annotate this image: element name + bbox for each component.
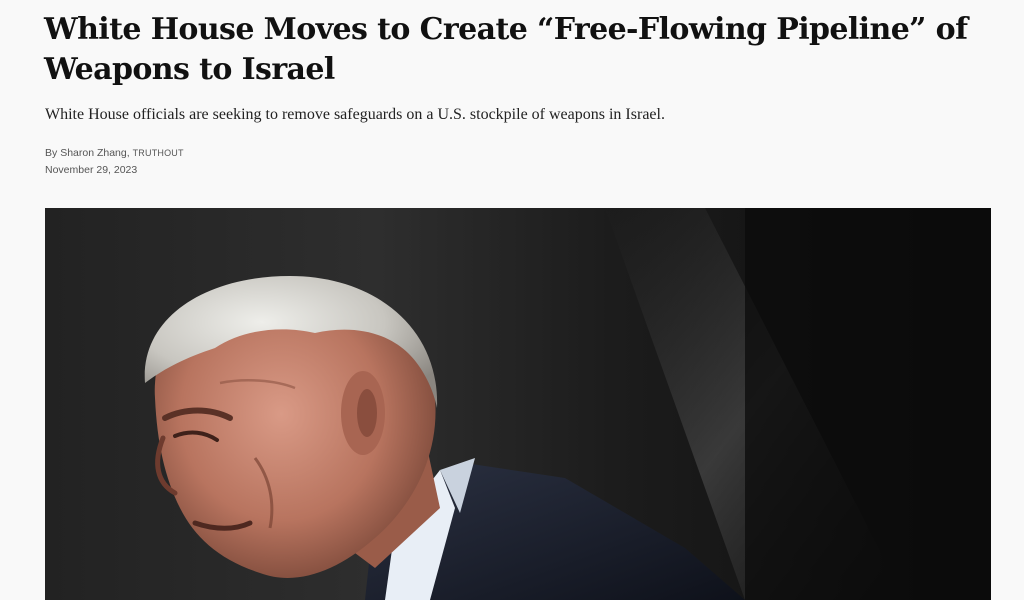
- byline-prefix: By: [45, 147, 58, 159]
- publish-date: November 29, 2023: [45, 164, 138, 176]
- article-dek: White House officials are seeking to rem…: [45, 106, 665, 123]
- author-link[interactable]: Sharon Zhang: [60, 147, 127, 159]
- byline: By Sharon Zhang, TRUTHOUT: [45, 146, 184, 160]
- outlet-name: TRUTHOUT: [132, 148, 184, 158]
- article-headline: White House Moves to Create “Free-Flowin…: [44, 12, 968, 87]
- hero-photo-illustration: [45, 208, 991, 600]
- article: White House Moves to Create “Free-Flowin…: [0, 0, 1024, 600]
- hero-image: [45, 208, 991, 600]
- byline-separator: ,: [126, 147, 130, 159]
